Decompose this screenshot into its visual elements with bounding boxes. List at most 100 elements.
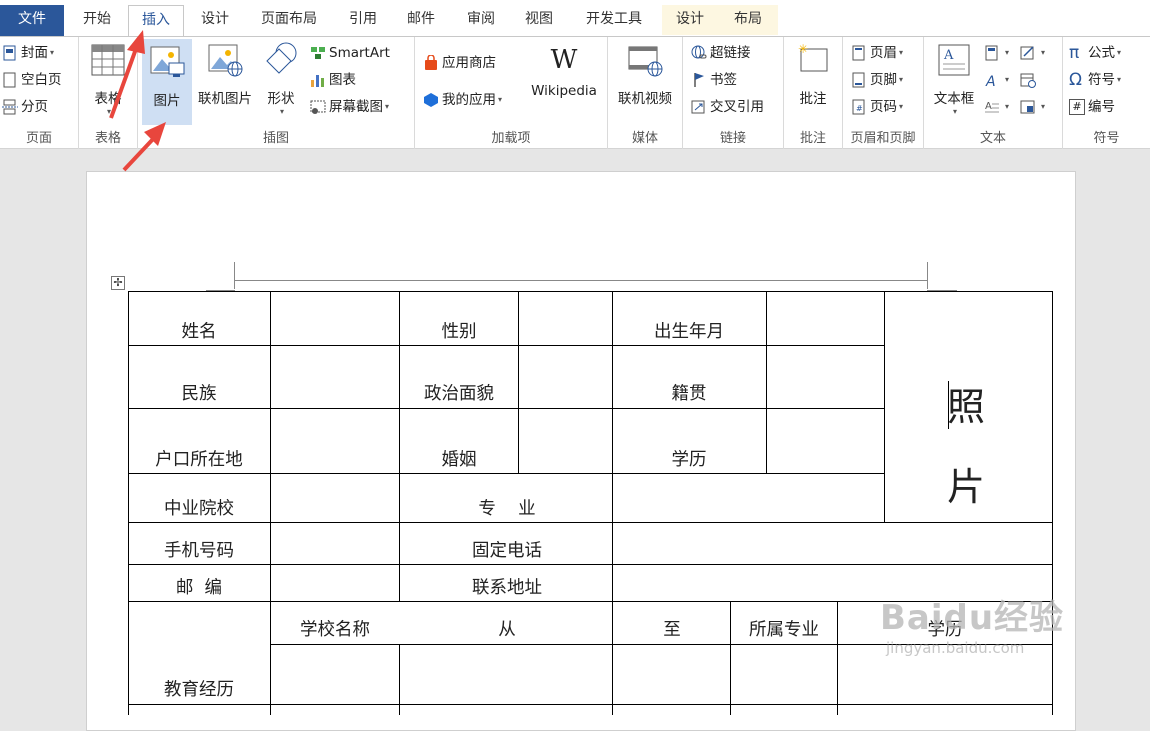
group-label-pages: 页面 [25,131,52,146]
group-text: A 文本框 ▾ ▾ A ▾ A ▾ ▾ ▾ 文本 [924,37,1063,149]
screenshot-icon [310,100,326,114]
chart-icon [311,75,324,87]
store-button[interactable]: 应用商店 [423,52,496,74]
smartart-button[interactable]: SmartArt [310,42,390,64]
number-button[interactable]: # 编号 [1069,96,1115,118]
group-label-illustrations: 插图 [262,131,289,146]
date-time-button[interactable] [1020,69,1039,91]
chart-button[interactable]: 图表 [310,69,356,91]
table-border [270,291,271,715]
group-header-footer: 页眉 ▾ 页脚 ▾ # 页码 ▾ 页眉和页脚 [843,37,924,149]
online-picture-icon [208,44,243,77]
table-border [128,564,1053,565]
group-label-header-footer: 页眉和页脚 [850,131,916,146]
text-cursor [948,381,949,429]
number-icon: # [1069,99,1085,115]
label-birth: 出生年月 [654,322,724,342]
group-label-text: 文本 [979,131,1006,146]
label-school: 学校名称 [300,620,370,640]
table-border [128,408,885,409]
hyperlink-icon [691,45,707,59]
tab-review[interactable]: 审阅 [456,5,506,35]
table-border [128,291,129,715]
table-border [399,291,400,601]
my-apps-button[interactable]: 我的应用 ▾ [423,89,502,111]
object-button[interactable]: ▾ [1020,96,1045,118]
tab-table-layout[interactable]: 布局 [718,5,778,35]
online-picture-button[interactable]: 联机图片 [194,41,256,107]
page-break-button[interactable]: 分页 [2,96,48,118]
header-button[interactable]: 页眉 ▾ [851,42,903,64]
tab-design[interactable]: 设计 [190,5,240,35]
label-marriage: 婚姻 [441,450,477,470]
label-hukou: 户口所在地 [155,450,243,470]
quick-parts-button[interactable]: ▾ [984,42,1009,64]
ribbon-tab-bar: 文件 开始 插入 设计 页面布局 引用 邮件 审阅 视图 开发工具 设计 布局 [0,0,1150,37]
group-media: 联机视频 媒体 [608,37,683,149]
label-postcode: 邮 编 [175,578,223,598]
label-education-history: 教育经历 [164,680,234,700]
cover-page-button[interactable]: 封面 ▾ [2,42,54,64]
tab-mailings[interactable]: 邮件 [396,5,446,35]
online-video-button[interactable]: 联机视频 [612,41,678,107]
header-margin-mark [234,262,235,289]
tab-references[interactable]: 引用 [338,5,388,35]
table-border [128,704,1053,705]
label-major: 专 业 [478,499,536,519]
label-college: 中业院校 [164,499,234,519]
table-border [128,345,885,346]
comment-icon: ✳ [798,42,828,72]
quick-parts-icon [985,45,998,61]
group-pages: 封面 ▾ 空白页 分页 页面 [0,37,79,149]
svg-text:A: A [985,74,996,88]
signature-icon [1020,46,1034,60]
page-number-icon: # [852,99,865,115]
shapes-button[interactable]: 形状 ▾ [260,41,302,116]
drop-cap-button[interactable]: A ▾ [984,96,1009,118]
table-border [128,291,1053,292]
svg-text:✳: ✳ [798,42,808,56]
signature-line-button[interactable]: ▾ [1020,42,1045,64]
symbol-button[interactable]: Ω 符号 ▾ [1069,69,1121,91]
group-addins: 应用商店 我的应用 ▾ W Wikipedia 加载项 [415,37,608,149]
table-border [884,291,885,522]
group-symbols: π 公式 ▾ Ω 符号 ▾ # 编号 符号 [1063,37,1150,149]
cross-reference-button[interactable]: 交叉引用 [691,96,764,118]
screenshot-button[interactable]: 屏幕截图 ▾ [310,96,389,118]
group-illustrations: 图片 联机图片 形状 ▾ SmartArt 图表 屏幕截图 ▾ 插图 [138,37,415,149]
pi-icon: π [1069,43,1080,63]
group-label-symbols: 符号 [1093,131,1120,146]
ribbon-insert: 封面 ▾ 空白页 分页 页面 表格 ▾ 表格 图片 联机图片 形状 ▾ Smar… [0,36,1150,149]
equation-button[interactable]: π 公式 ▾ [1069,42,1121,64]
object-icon [1020,100,1035,114]
calendar-icon [1020,73,1036,88]
svg-text:A: A [943,48,954,63]
table-border [612,291,613,715]
blank-page-button[interactable]: 空白页 [2,69,62,91]
wordart-button[interactable]: A ▾ [984,69,1009,91]
label-phone: 固定电话 [472,541,542,561]
bookmark-button[interactable]: 书签 [691,69,737,91]
textbox-button[interactable]: A 文本框 ▾ [928,41,980,116]
tab-file[interactable]: 文件 [0,5,64,36]
tab-developer[interactable]: 开发工具 [574,5,654,35]
page-number-button[interactable]: # 页码 ▾ [851,96,903,118]
page-break-icon [2,99,18,115]
table-border [730,601,731,715]
tab-table-design[interactable]: 设计 [662,5,718,35]
arrow-to-insert-tab [109,30,145,119]
label-name: 姓名 [181,322,217,342]
label-education: 学历 [671,450,707,470]
wikipedia-button[interactable]: W Wikipedia [523,41,605,99]
table-move-handle-icon[interactable]: ✢ [111,276,125,290]
online-video-icon [628,46,663,77]
table-border [766,291,767,473]
new-comment-button[interactable]: ✳ 批注 [790,41,836,107]
bookmark-icon [694,73,704,87]
hyperlink-button[interactable]: 超链接 [691,42,751,64]
tab-page-layout[interactable]: 页面布局 [250,5,328,35]
watermark: Baidu经验 jingyan.baidu.com [880,598,1065,657]
tab-view[interactable]: 视图 [514,5,564,35]
footer-button[interactable]: 页脚 ▾ [851,69,903,91]
label-gender: 性别 [441,322,477,342]
